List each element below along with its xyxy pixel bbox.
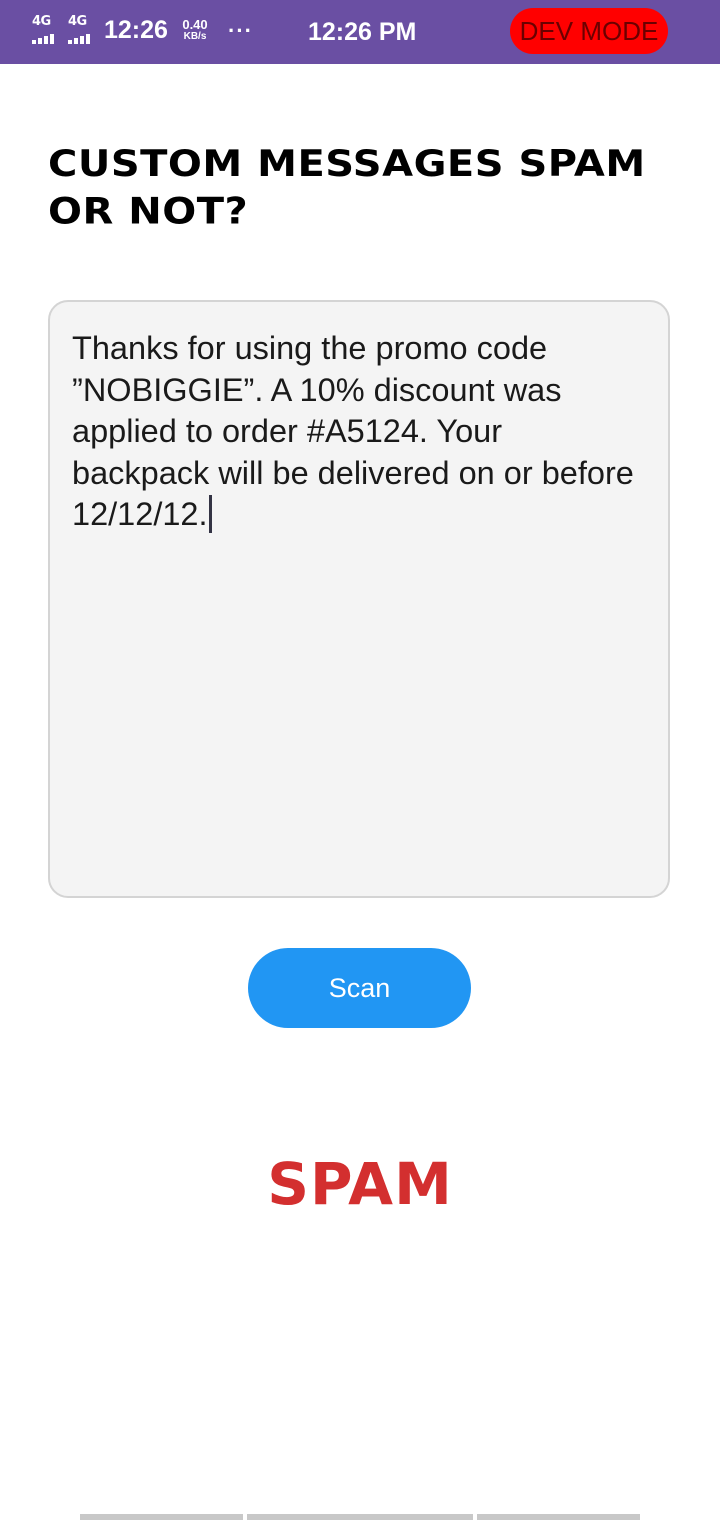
- nav-bar-segment: [247, 1514, 473, 1520]
- status-time: 12:26: [104, 16, 168, 44]
- spam-result-label: SPAM: [267, 1150, 453, 1218]
- message-input[interactable]: Thanks for using the promo code ”NOBIGGI…: [48, 300, 670, 898]
- center-clock: 12:26 PM: [308, 18, 417, 46]
- dev-mode-badge: DEV MODE: [510, 8, 668, 54]
- message-text: Thanks for using the promo code ”NOBIGGI…: [72, 330, 634, 532]
- status-bar: 4G 4G 12:26 0.40 KB/s ··· 12:26 PM DEV M…: [0, 0, 720, 64]
- signal-4g-icon: 4G: [66, 14, 96, 44]
- nav-bar-segment: [80, 1514, 243, 1520]
- network-speed-unit: KB/s: [183, 31, 207, 42]
- network-speed-value: 0.40: [182, 17, 208, 32]
- signal-4g-icon: 4G: [30, 14, 60, 44]
- page-title: Custom messages spam or not?: [48, 142, 646, 233]
- network-speed: 0.40 KB/s: [178, 18, 212, 42]
- scan-button[interactable]: Scan: [248, 948, 471, 1028]
- nav-bar-segment: [477, 1514, 640, 1520]
- more-notifications-icon: ···: [228, 18, 253, 43]
- network-type-label: 4G: [32, 14, 51, 29]
- network-type-label: 4G: [68, 14, 87, 29]
- text-cursor: [208, 495, 212, 533]
